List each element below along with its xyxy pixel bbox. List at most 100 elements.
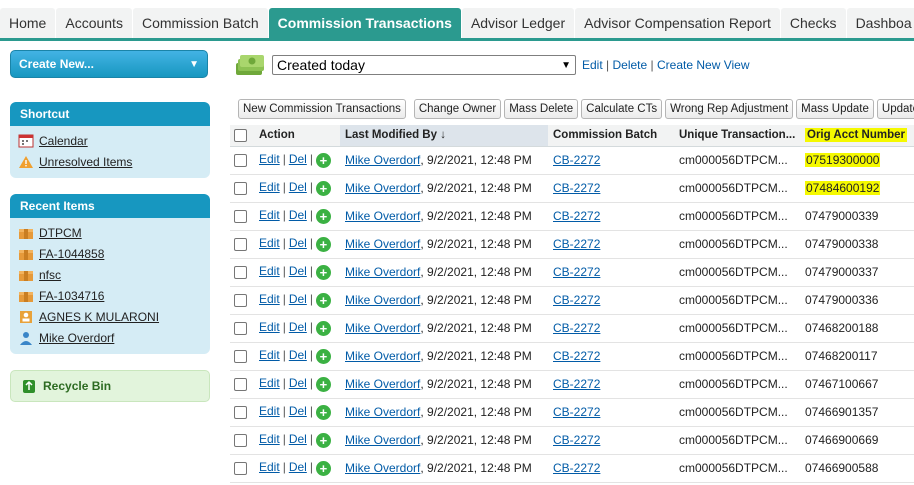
edit-link[interactable]: Edit bbox=[259, 460, 280, 474]
view-select[interactable]: Created today ▼ bbox=[272, 55, 576, 75]
edit-link[interactable]: Edit bbox=[259, 432, 280, 446]
commission-batch-link[interactable]: CB-2272 bbox=[553, 405, 600, 419]
sidebar-item-label[interactable]: Unresolved Items bbox=[39, 155, 132, 169]
row-checkbox[interactable] bbox=[234, 350, 247, 364]
edit-link[interactable]: Edit bbox=[259, 292, 280, 306]
delete-view-link[interactable]: Delete bbox=[613, 58, 648, 72]
sidebar-item-nfsc[interactable]: nfsc bbox=[18, 264, 202, 285]
sidebar-item-label[interactable]: Mike Overdorf bbox=[39, 331, 114, 345]
add-icon[interactable]: + bbox=[315, 348, 331, 364]
sidebar-item-label[interactable]: FA-1044858 bbox=[39, 247, 104, 261]
mass-update-button[interactable]: Mass Update bbox=[796, 99, 874, 119]
row-checkbox[interactable] bbox=[234, 182, 247, 196]
update-fa-button[interactable]: Update FA bbox=[876, 99, 914, 119]
delete-link[interactable]: Del bbox=[289, 376, 307, 390]
edit-link[interactable]: Edit bbox=[259, 404, 280, 418]
commission-batch-link[interactable]: CB-2272 bbox=[553, 181, 600, 195]
add-icon[interactable]: + bbox=[315, 152, 331, 168]
add-icon[interactable]: + bbox=[315, 264, 331, 280]
add-icon[interactable]: + bbox=[315, 320, 331, 336]
add-icon[interactable]: + bbox=[315, 292, 331, 308]
recycle-bin-link[interactable]: Recycle Bin bbox=[10, 370, 210, 402]
row-checkbox[interactable] bbox=[234, 266, 247, 280]
sidebar-item-unresolved-items[interactable]: Unresolved Items bbox=[18, 151, 202, 172]
sidebar-item-label[interactable]: FA-1034716 bbox=[39, 289, 104, 303]
modified-by-link[interactable]: Mike Overdorf bbox=[345, 461, 420, 475]
edit-link[interactable]: Edit bbox=[259, 180, 280, 194]
modified-by-link[interactable]: Mike Overdorf bbox=[345, 349, 420, 363]
delete-link[interactable]: Del bbox=[289, 292, 307, 306]
tab-checks[interactable]: Checks bbox=[780, 8, 846, 38]
modified-by-link[interactable]: Mike Overdorf bbox=[345, 181, 420, 195]
column-header-unique-transaction[interactable]: Unique Transaction... bbox=[674, 125, 800, 147]
modified-by-link[interactable]: Mike Overdorf bbox=[345, 153, 420, 167]
sidebar-item-label[interactable]: DTPCM bbox=[39, 226, 82, 240]
sidebar-item-dtpcm[interactable]: DTPCM bbox=[18, 222, 202, 243]
edit-link[interactable]: Edit bbox=[259, 264, 280, 278]
modified-by-link[interactable]: Mike Overdorf bbox=[345, 433, 420, 447]
row-checkbox[interactable] bbox=[234, 434, 247, 448]
delete-link[interactable]: Del bbox=[289, 404, 307, 418]
commission-batch-link[interactable]: CB-2272 bbox=[553, 237, 600, 251]
sidebar-item-agnes-k-mularoni[interactable]: AGNES K MULARONI bbox=[18, 306, 202, 327]
add-icon[interactable]: + bbox=[315, 404, 331, 420]
commission-batch-link[interactable]: CB-2272 bbox=[553, 349, 600, 363]
modified-by-link[interactable]: Mike Overdorf bbox=[345, 265, 420, 279]
delete-link[interactable]: Del bbox=[289, 460, 307, 474]
tab-home[interactable]: Home bbox=[0, 8, 56, 38]
sidebar-item-mike-overdorf[interactable]: Mike Overdorf bbox=[18, 327, 202, 348]
commission-batch-link[interactable]: CB-2272 bbox=[553, 377, 600, 391]
tab-commission-transactions[interactable]: Commission Transactions bbox=[268, 8, 461, 38]
sidebar-item-calendar[interactable]: Calendar bbox=[18, 130, 202, 151]
select-all-checkbox[interactable] bbox=[234, 128, 247, 142]
modified-by-link[interactable]: Mike Overdorf bbox=[345, 405, 420, 419]
change-owner-button[interactable]: Change Owner bbox=[413, 99, 502, 119]
calculate-cts-button[interactable]: Calculate CTs bbox=[581, 99, 663, 119]
edit-view-link[interactable]: Edit bbox=[582, 58, 603, 72]
delete-link[interactable]: Del bbox=[289, 320, 307, 334]
commission-batch-link[interactable]: CB-2272 bbox=[553, 321, 600, 335]
delete-link[interactable]: Del bbox=[289, 348, 307, 362]
tab-dashboa[interactable]: Dashboa bbox=[846, 8, 914, 38]
edit-link[interactable]: Edit bbox=[259, 376, 280, 390]
edit-link[interactable]: Edit bbox=[259, 208, 280, 222]
delete-link[interactable]: Del bbox=[289, 236, 307, 250]
add-icon[interactable]: + bbox=[315, 432, 331, 448]
add-icon[interactable]: + bbox=[315, 236, 331, 252]
wrong-rep-adjustment-button[interactable]: Wrong Rep Adjustment bbox=[665, 99, 794, 119]
sidebar-item-fa-1034716[interactable]: FA-1034716 bbox=[18, 285, 202, 306]
add-icon[interactable]: + bbox=[315, 376, 331, 392]
add-icon[interactable]: + bbox=[315, 180, 331, 196]
sidebar-item-label[interactable]: nfsc bbox=[39, 268, 61, 282]
delete-link[interactable]: Del bbox=[289, 180, 307, 194]
tab-advisor-compensation-report[interactable]: Advisor Compensation Report bbox=[575, 8, 780, 38]
tab-accounts[interactable]: Accounts bbox=[56, 8, 132, 38]
edit-link[interactable]: Edit bbox=[259, 320, 280, 334]
commission-batch-link[interactable]: CB-2272 bbox=[553, 461, 600, 475]
create-new-button[interactable]: Create New... ▼ bbox=[10, 50, 208, 78]
delete-link[interactable]: Del bbox=[289, 264, 307, 278]
add-icon[interactable]: + bbox=[315, 208, 331, 224]
row-checkbox[interactable] bbox=[234, 406, 247, 420]
commission-batch-link[interactable]: CB-2272 bbox=[553, 209, 600, 223]
commission-batch-link[interactable]: CB-2272 bbox=[553, 265, 600, 279]
row-checkbox[interactable] bbox=[234, 322, 247, 336]
row-checkbox[interactable] bbox=[234, 154, 247, 168]
commission-batch-link[interactable]: CB-2272 bbox=[553, 433, 600, 447]
modified-by-link[interactable]: Mike Overdorf bbox=[345, 377, 420, 391]
modified-by-link[interactable]: Mike Overdorf bbox=[345, 321, 420, 335]
delete-link[interactable]: Del bbox=[289, 208, 307, 222]
delete-link[interactable]: Del bbox=[289, 152, 307, 166]
row-checkbox[interactable] bbox=[234, 238, 247, 252]
modified-by-link[interactable]: Mike Overdorf bbox=[345, 209, 420, 223]
commission-batch-link[interactable]: CB-2272 bbox=[553, 293, 600, 307]
column-header-last-modified-by[interactable]: Last Modified By ↓ bbox=[340, 125, 548, 147]
column-header-commission-batch[interactable]: Commission Batch bbox=[548, 125, 674, 147]
new-commission-transactions-button[interactable]: New Commission Transactions bbox=[238, 99, 406, 119]
sidebar-item-fa-1044858[interactable]: FA-1044858 bbox=[18, 243, 202, 264]
delete-link[interactable]: Del bbox=[289, 432, 307, 446]
commission-batch-link[interactable]: CB-2272 bbox=[553, 153, 600, 167]
tab-commission-batch[interactable]: Commission Batch bbox=[132, 8, 268, 38]
mass-delete-button[interactable]: Mass Delete bbox=[504, 99, 579, 119]
column-header-orig-acct-number[interactable]: Orig Acct Number bbox=[800, 125, 914, 147]
